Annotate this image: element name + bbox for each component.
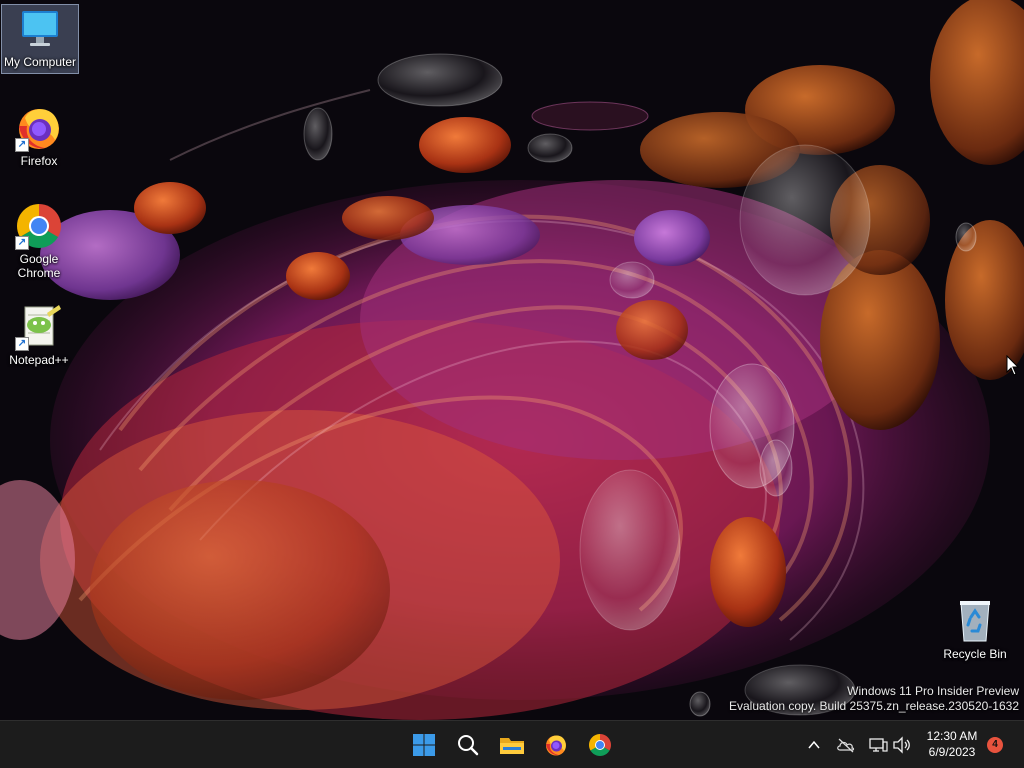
chrome-taskbar-button[interactable] (580, 725, 620, 765)
desktop-icon-label: Notepad++ (9, 353, 69, 367)
chrome-icon (589, 734, 611, 756)
desktop-icon-label: Google Chrome (17, 252, 61, 280)
chrome-icon: ↗ (15, 202, 63, 250)
computer-icon (16, 5, 64, 53)
desktop[interactable]: My Computer ↗ Firefox ↗ Google Chrome ↗ … (0, 0, 1024, 720)
clock-date: 6/9/2023 (928, 745, 976, 759)
desktop-icon-my-computer[interactable]: My Computer (1, 4, 79, 74)
firefox-icon (546, 735, 566, 756)
recycle-bin-icon (951, 597, 999, 645)
mouse-cursor-icon (1006, 355, 1020, 376)
notification-badge[interactable]: 4 (987, 737, 1003, 753)
notepadpp-icon: ↗ (15, 303, 63, 351)
clock-time: 12:30 AM (926, 729, 978, 743)
desktop-icon-firefox[interactable]: ↗ Firefox (1, 104, 77, 168)
onedrive-offline-icon (837, 738, 855, 753)
shortcut-arrow-icon: ↗ (15, 337, 29, 351)
start-icon (413, 734, 435, 756)
taskbar: 12:30 AM 6/9/2023 4 (0, 720, 1024, 768)
desktop-icon-recycle-bin[interactable]: Recycle Bin (937, 597, 1013, 661)
onedrive-button[interactable] (834, 733, 858, 757)
desktop-icon-chrome[interactable]: ↗ Google Chrome (1, 202, 77, 280)
firefox-taskbar-button[interactable] (536, 725, 576, 765)
wallpaper (0, 0, 1024, 720)
volume-button[interactable] (890, 733, 914, 757)
desktop-icon-label: Recycle Bin (943, 647, 1007, 661)
evaluation-watermark: Windows 11 Pro Insider Preview Evaluatio… (729, 684, 1019, 714)
watermark-line-2: Evaluation copy. Build 25375.zn_release.… (729, 699, 1019, 713)
taskbar-clock[interactable]: 12:30 AM 6/9/2023 (920, 728, 984, 760)
show-hidden-icons-button[interactable] (802, 733, 826, 757)
search-button[interactable] (448, 725, 488, 765)
desktop-icon-label: My Computer (3, 55, 77, 69)
shortcut-arrow-icon: ↗ (15, 138, 29, 152)
volume-icon (893, 736, 910, 754)
start-button[interactable] (404, 725, 444, 765)
network-icon (869, 738, 888, 752)
desktop-icon-label: Firefox (20, 154, 58, 168)
firefox-icon: ↗ (15, 104, 63, 152)
shortcut-arrow-icon: ↗ (15, 236, 29, 250)
file-explorer-icon (500, 738, 524, 754)
search-icon (458, 735, 479, 756)
watermark-line-1: Windows 11 Pro Insider Preview (847, 684, 1019, 698)
chevron-up-icon (808, 740, 820, 749)
file-explorer-button[interactable] (492, 725, 532, 765)
network-button[interactable] (866, 733, 890, 757)
desktop-icon-notepadpp[interactable]: ↗ Notepad++ (1, 303, 77, 367)
